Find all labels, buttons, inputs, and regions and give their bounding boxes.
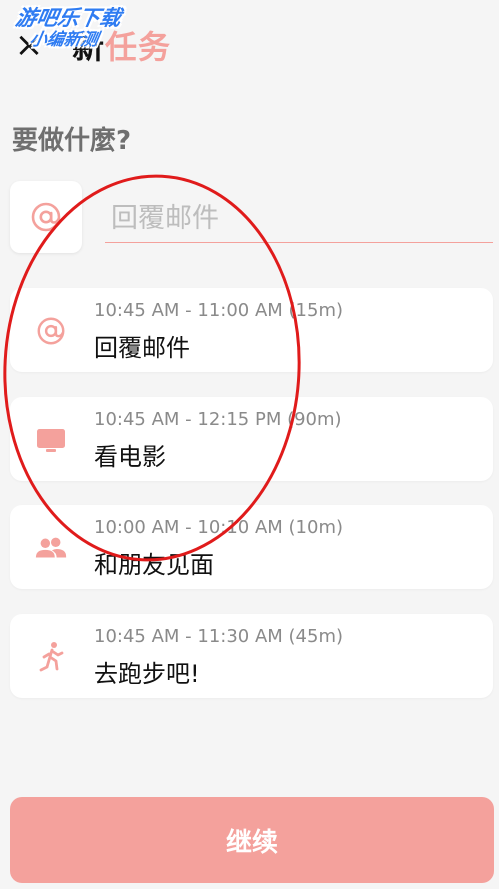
at-sign-icon: [34, 314, 68, 348]
task-question-label: 要做什麼?: [12, 126, 132, 156]
suggestion-name: 看电影: [94, 443, 166, 471]
page-title-part1: 新: [72, 28, 106, 66]
close-button[interactable]: ×: [14, 26, 44, 64]
continue-button[interactable]: 继续: [10, 797, 494, 883]
suggestion-time: 10:00 AM - 10:10 AM (10m): [94, 517, 344, 538]
task-name-input[interactable]: [105, 195, 493, 243]
running-icon: [34, 640, 68, 674]
suggestion-card[interactable]: 10:00 AM - 10:10 AM (10m) 和朋友见面: [10, 505, 493, 589]
people-icon: [34, 531, 68, 565]
tv-icon: [34, 423, 68, 457]
icon-picker-button[interactable]: [10, 181, 82, 253]
suggestion-name: 回覆邮件: [94, 334, 190, 362]
suggestion-name: 去跑步吧!: [94, 660, 200, 688]
at-sign-icon: [31, 202, 61, 232]
page-title: 新任务: [72, 22, 171, 68]
suggestion-time: 10:45 AM - 11:30 AM (45m): [94, 626, 344, 647]
suggestion-time: 10:45 AM - 11:00 AM (15m): [94, 300, 344, 321]
suggestion-name: 和朋友见面: [94, 551, 214, 579]
suggestion-card[interactable]: 10:45 AM - 11:30 AM (45m) 去跑步吧!: [10, 614, 493, 698]
page-title-part2: 任务: [105, 28, 172, 66]
suggestion-card[interactable]: 10:45 AM - 12:15 PM (90m) 看电影: [10, 397, 493, 481]
suggestion-card[interactable]: 10:45 AM - 11:00 AM (15m) 回覆邮件: [10, 288, 493, 372]
suggestion-time: 10:45 AM - 12:15 PM (90m): [94, 409, 342, 430]
